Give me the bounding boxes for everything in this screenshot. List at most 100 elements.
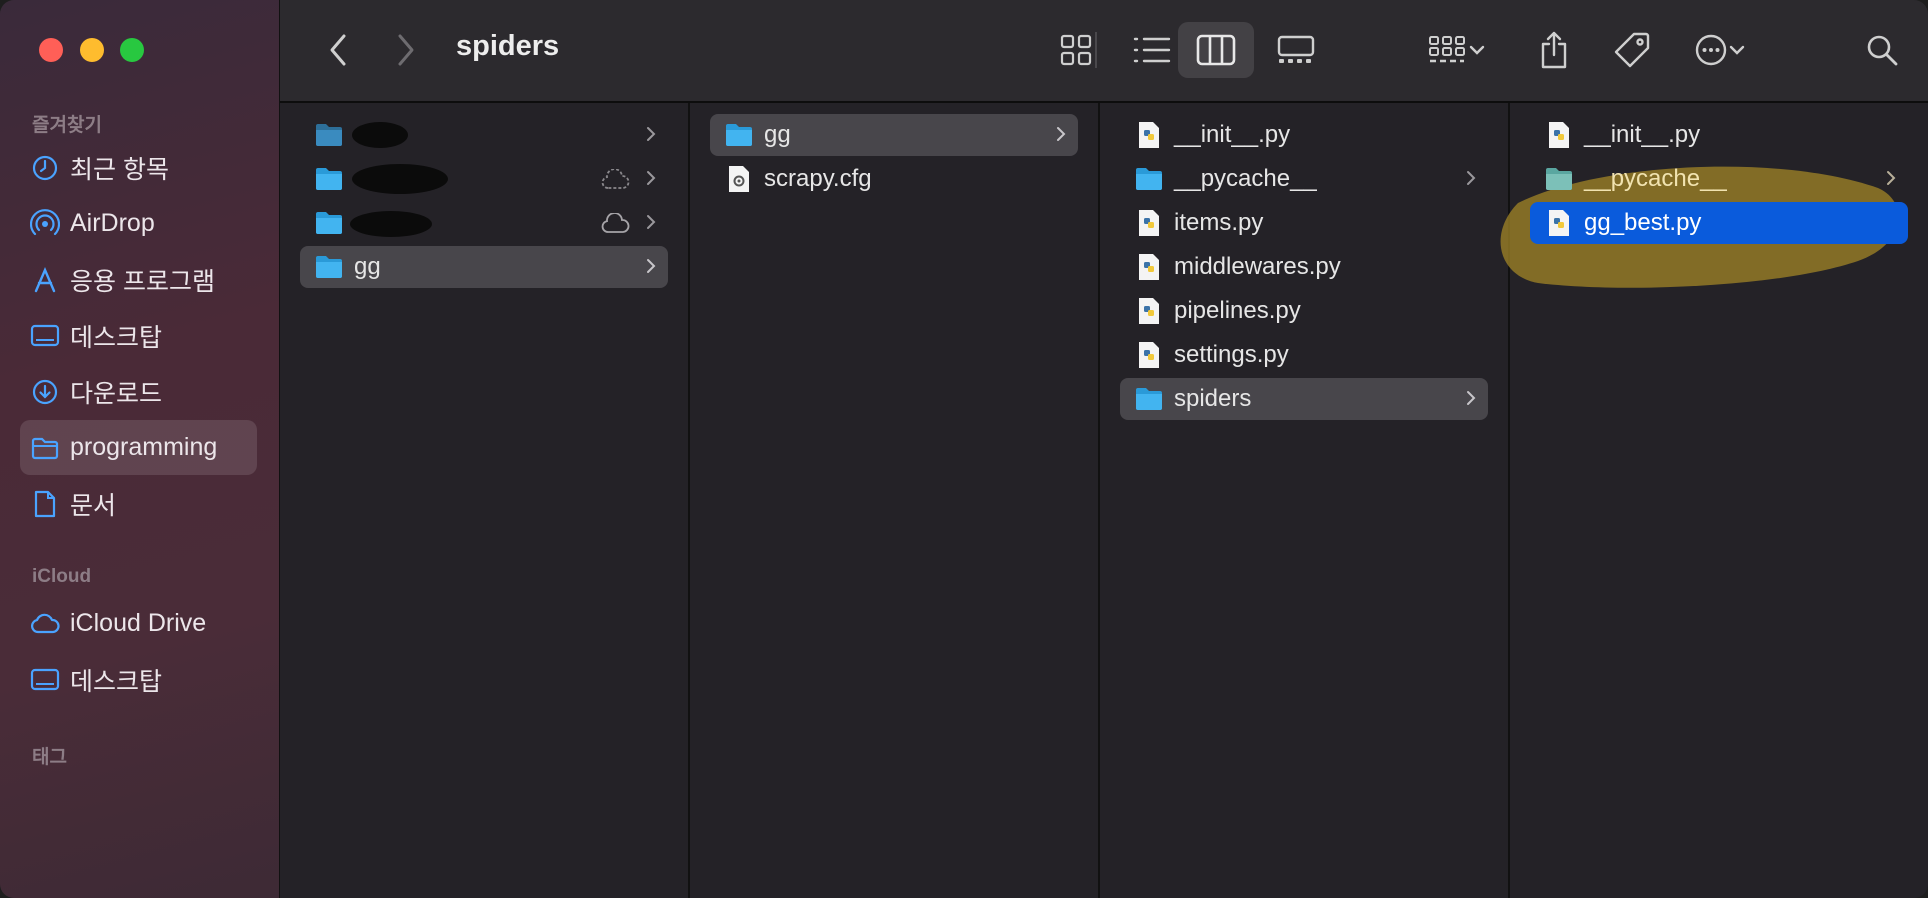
airdrop-icon bbox=[20, 208, 70, 240]
python-file-icon bbox=[1549, 122, 1569, 148]
list-item[interactable]: __init__.py bbox=[1120, 114, 1488, 156]
tags-section-title: 태그 bbox=[32, 747, 67, 768]
chevron-right-icon bbox=[647, 171, 656, 185]
chevron-right-icon bbox=[1057, 127, 1066, 141]
toolbar: spiders bbox=[280, 0, 1928, 103]
sidebar-item-documents[interactable]: 문서 bbox=[20, 476, 257, 531]
folder-icon bbox=[1136, 388, 1162, 410]
back-button[interactable] bbox=[318, 30, 358, 70]
search-button[interactable] bbox=[1858, 26, 1906, 74]
item-name: middlewares.py bbox=[1174, 253, 1341, 280]
list-item[interactable]: gg bbox=[300, 246, 668, 288]
gallery-icon bbox=[1277, 35, 1315, 63]
chevron-right-icon bbox=[1467, 391, 1476, 405]
share-icon bbox=[1541, 31, 1567, 69]
sidebar-item-programming[interactable]: programming bbox=[20, 420, 257, 475]
list-item[interactable]: spiders bbox=[1120, 378, 1488, 420]
item-name: gg_best.py bbox=[1584, 209, 1702, 236]
columns-icon bbox=[1196, 34, 1236, 66]
list-item[interactable]: __init__.py bbox=[1530, 114, 1908, 156]
item-name: settings.py bbox=[1174, 341, 1289, 368]
chevron-right-icon bbox=[647, 259, 656, 273]
cloud-icon bbox=[601, 213, 630, 233]
list-item-selected[interactable]: gg_best.py bbox=[1530, 202, 1908, 244]
folder-icon bbox=[1546, 168, 1572, 190]
list-item[interactable] bbox=[300, 158, 668, 200]
browser-column-2: gg scrapy.cfg bbox=[690, 103, 1100, 898]
sidebar-item-label: AirDrop bbox=[70, 209, 155, 237]
python-file-icon bbox=[1139, 122, 1159, 148]
list-item[interactable]: items.py bbox=[1120, 202, 1488, 244]
group-icon bbox=[1429, 36, 1465, 63]
settings-file-icon bbox=[729, 166, 749, 192]
icon-view-button[interactable] bbox=[1038, 22, 1114, 78]
column-view-button[interactable] bbox=[1178, 22, 1254, 78]
folder-icon bbox=[316, 124, 342, 146]
chevron-right-icon bbox=[1467, 171, 1476, 185]
zoom-window-button[interactable] bbox=[120, 38, 144, 62]
ellipsis-circle-icon bbox=[1695, 34, 1727, 66]
list-item[interactable] bbox=[300, 114, 668, 156]
list-item[interactable]: __pycache__ bbox=[1120, 158, 1488, 200]
list-item[interactable]: scrapy.cfg bbox=[710, 158, 1078, 200]
chevron-right-icon bbox=[647, 215, 656, 229]
desktop-icon bbox=[20, 664, 70, 696]
sidebar-item-label: 다운로드 bbox=[70, 379, 163, 408]
desktop-icon bbox=[20, 320, 70, 352]
browser-column-3: __init__.py __pycache__ items.py middlew… bbox=[1100, 103, 1510, 898]
document-icon bbox=[20, 488, 70, 520]
python-file-icon bbox=[1139, 342, 1159, 368]
list-item[interactable] bbox=[300, 202, 668, 244]
item-name: gg bbox=[764, 121, 791, 148]
sidebar-item-label: 최근 항목 bbox=[70, 155, 169, 184]
share-button[interactable] bbox=[1528, 22, 1580, 78]
sidebar-item-label: programming bbox=[70, 433, 218, 461]
item-name: __init__.py bbox=[1174, 121, 1291, 148]
chevron-down-icon bbox=[1729, 45, 1745, 55]
chevron-right-icon bbox=[647, 127, 656, 141]
sidebar-item-applications[interactable]: 응용 프로그램 bbox=[20, 252, 257, 307]
sidebar-item-icloud-drive[interactable]: iCloud Drive bbox=[20, 596, 257, 651]
more-actions-button[interactable] bbox=[1682, 26, 1758, 74]
sidebar-item-label: 문서 bbox=[70, 491, 117, 520]
download-icon bbox=[20, 376, 70, 408]
list-item[interactable]: settings.py bbox=[1120, 334, 1488, 376]
list-item[interactable]: __pycache__ bbox=[1530, 158, 1908, 200]
item-name: __pycache__ bbox=[1174, 165, 1317, 192]
group-by-button[interactable] bbox=[1418, 26, 1496, 74]
redacted-name bbox=[352, 122, 408, 148]
window-title: spiders bbox=[456, 30, 560, 62]
item-name: gg bbox=[354, 253, 381, 280]
sidebar-item-label: 데스크탑 bbox=[70, 667, 163, 696]
sidebar-item-icloud-desktop[interactable]: 데스크탑 bbox=[20, 652, 257, 707]
folder-icon bbox=[316, 212, 342, 234]
browser-column-1: gg bbox=[280, 103, 690, 898]
minimize-window-button[interactable] bbox=[80, 38, 104, 62]
sidebar: 즐겨찾기 최근 항목 AirDrop 응용 프로그램 데스크탑 다운로드 pro… bbox=[0, 0, 280, 898]
redacted-name bbox=[352, 164, 448, 194]
sidebar-item-recents[interactable]: 최근 항목 bbox=[20, 140, 257, 195]
search-icon bbox=[1867, 35, 1898, 66]
sidebar-item-downloads[interactable]: 다운로드 bbox=[20, 364, 257, 419]
list-item[interactable]: gg bbox=[710, 114, 1078, 156]
list-item[interactable]: pipelines.py bbox=[1120, 290, 1488, 332]
sidebar-item-desktop[interactable]: 데스크탑 bbox=[20, 308, 257, 363]
grid-icon bbox=[1060, 34, 1092, 66]
gallery-view-button[interactable] bbox=[1258, 22, 1334, 78]
list-item[interactable]: middlewares.py bbox=[1120, 246, 1488, 288]
sidebar-item-airdrop[interactable]: AirDrop bbox=[20, 196, 257, 251]
forward-button[interactable] bbox=[386, 30, 426, 70]
list-icon bbox=[1133, 37, 1171, 63]
favorites-section-title: 즐겨찾기 bbox=[32, 115, 102, 136]
folder-icon bbox=[726, 124, 752, 146]
folder-icon bbox=[20, 432, 70, 464]
item-name: items.py bbox=[1174, 209, 1264, 236]
sidebar-item-label: iCloud Drive bbox=[70, 609, 207, 637]
folder-icon bbox=[316, 168, 342, 190]
toolbar-divider bbox=[1095, 32, 1097, 68]
python-file-icon bbox=[1139, 254, 1159, 280]
close-window-button[interactable] bbox=[39, 38, 63, 62]
chevron-right-icon bbox=[1887, 171, 1896, 185]
tag-button[interactable] bbox=[1604, 22, 1660, 78]
clock-icon bbox=[20, 152, 70, 184]
